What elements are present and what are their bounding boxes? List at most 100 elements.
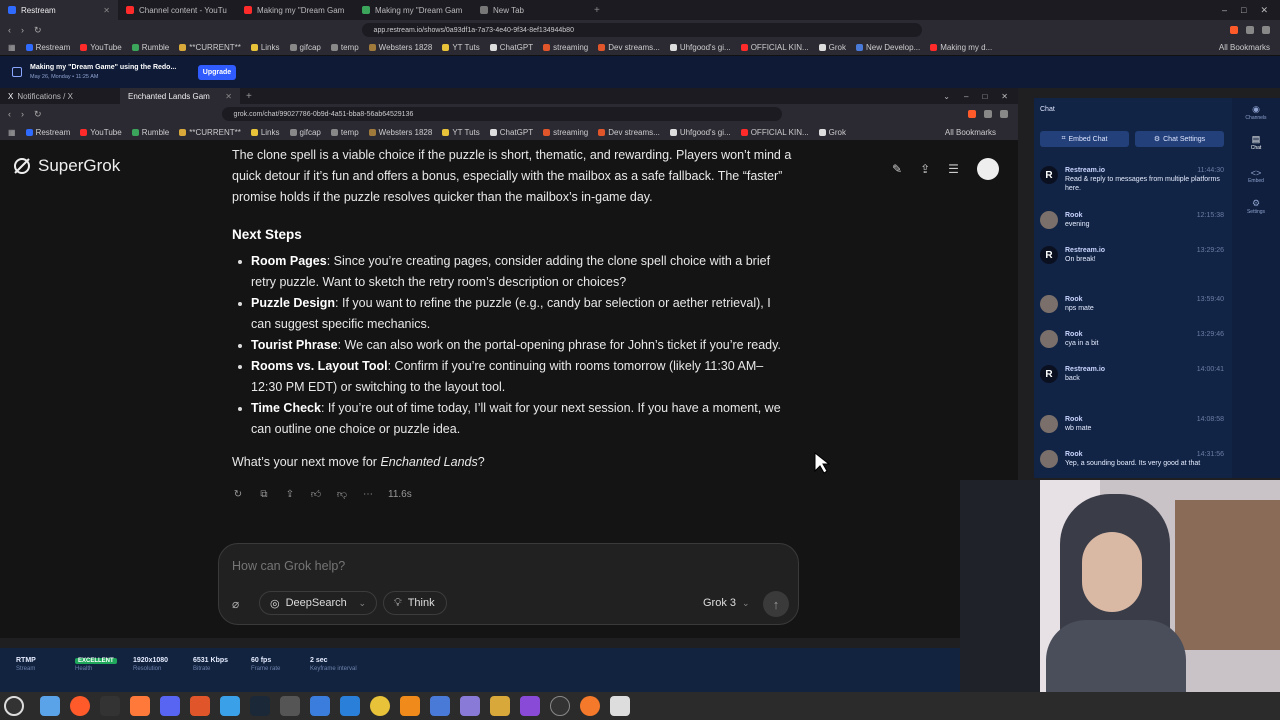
- send-button[interactable]: ↑: [763, 591, 789, 617]
- rail-settings[interactable]: ⚙ Settings: [1240, 198, 1272, 215]
- more-icon[interactable]: ⋯: [362, 488, 374, 500]
- rail-channels[interactable]: ◉ Channels: [1240, 104, 1272, 121]
- brave-shield-icon[interactable]: [1230, 26, 1238, 34]
- bookmark-item[interactable]: streaming: [543, 128, 588, 137]
- media-player-icon[interactable]: [400, 696, 420, 716]
- regenerate-icon[interactable]: ↻: [232, 488, 244, 500]
- thumbs-down-icon[interactable]: 👎︎: [336, 488, 348, 500]
- back-icon[interactable]: ‹: [8, 109, 11, 119]
- brave-shield-icon[interactable]: [968, 110, 976, 118]
- bookmark-item[interactable]: New Develop...: [855, 43, 920, 52]
- close-icon[interactable]: ✕: [225, 92, 232, 101]
- chevron-down-icon[interactable]: ⌄: [943, 92, 950, 101]
- web-icon[interactable]: [370, 696, 390, 716]
- outer-tab-rumble[interactable]: Making my "Dream Gam: [354, 0, 472, 20]
- settings-tool-icon[interactable]: [490, 696, 510, 716]
- bookmark-item[interactable]: Websters 1828: [368, 43, 432, 52]
- extensions-icon[interactable]: [1246, 26, 1254, 34]
- chat-settings-button[interactable]: ⚙ Chat Settings: [1135, 131, 1224, 147]
- restream-home-icon[interactable]: [12, 67, 22, 77]
- blender-icon[interactable]: [580, 696, 600, 716]
- bookmark-item[interactable]: YouTube: [80, 43, 122, 52]
- close-icon[interactable]: ✕: [103, 6, 110, 15]
- attach-icon[interactable]: ⌀: [232, 597, 239, 611]
- bookmark-item[interactable]: **CURRENT**: [179, 43, 241, 52]
- github-icon[interactable]: [520, 696, 540, 716]
- start-menu-icon[interactable]: [4, 696, 24, 716]
- bookmark-item[interactable]: ChatGPT: [489, 43, 533, 52]
- bookmark-item[interactable]: streaming: [543, 43, 588, 52]
- all-bookmarks-folder[interactable]: All Bookmarks: [945, 128, 996, 137]
- model-selector[interactable]: Grok 3 ⌄: [703, 597, 750, 609]
- share-icon[interactable]: ⇪: [920, 162, 930, 176]
- bookmark-item[interactable]: ChatGPT: [489, 128, 533, 137]
- history-icon[interactable]: ☰: [948, 162, 959, 176]
- bookmark-item[interactable]: **CURRENT**: [179, 128, 241, 137]
- reload-icon[interactable]: ↻: [34, 109, 42, 120]
- outer-tab-newtab[interactable]: New Tab: [472, 0, 590, 20]
- inner-address-bar[interactable]: grok.com/chat/99027786-0b9d-4a51-bba8-56…: [221, 107, 782, 121]
- chevron-down-icon[interactable]: ⌄: [358, 598, 366, 609]
- notes-icon[interactable]: [460, 696, 480, 716]
- bookmark-item[interactable]: YT Tuts: [442, 128, 480, 137]
- discord-icon[interactable]: [160, 696, 180, 716]
- steam-icon[interactable]: [250, 696, 270, 716]
- new-tab-button[interactable]: +: [594, 5, 600, 16]
- all-bookmarks-folder[interactable]: All Bookmarks: [1219, 43, 1270, 52]
- supergrok-logo[interactable]: SuperGrok: [12, 156, 120, 176]
- bookmark-item[interactable]: YouTube: [80, 128, 122, 137]
- bookmark-item[interactable]: temp: [330, 128, 359, 137]
- outer-address-bar[interactable]: app.restream.io/shows/0a93df1a-7a73-4e40…: [361, 23, 922, 37]
- back-icon[interactable]: ‹: [8, 25, 11, 35]
- rail-embed[interactable]: <> Embed: [1240, 168, 1272, 184]
- terminal-icon[interactable]: [100, 696, 120, 716]
- mixer-icon[interactable]: [280, 696, 300, 716]
- outer-tab-youtube[interactable]: Channel content - YouTu: [118, 0, 236, 20]
- inner-tab-x-notifications[interactable]: X Notifications / X: [0, 88, 120, 104]
- prompt-input[interactable]: [232, 557, 752, 575]
- bookmark-item[interactable]: Restream: [25, 128, 70, 137]
- calculator-icon[interactable]: [340, 696, 360, 716]
- obs-icon[interactable]: [550, 696, 570, 716]
- bookmark-item[interactable]: Grok: [818, 43, 846, 52]
- bookmark-item[interactable]: gifcap: [289, 128, 321, 137]
- close-window-icon[interactable]: ✕: [1260, 5, 1268, 16]
- inner-tab-grok[interactable]: Enchanted Lands Gam ✕: [120, 88, 240, 104]
- forward-icon[interactable]: ›: [21, 109, 24, 119]
- bookmark-item[interactable]: Uhfgood's gi...: [669, 128, 731, 137]
- show-title[interactable]: Making my "Dream Game" using the Redo...: [30, 64, 176, 71]
- outer-tab-video[interactable]: Making my "Dream Gam: [236, 0, 354, 20]
- close-window-icon[interactable]: ✕: [1001, 92, 1008, 101]
- extensions-icon[interactable]: [984, 110, 992, 118]
- bookmark-item[interactable]: Grok: [818, 128, 846, 137]
- maximize-icon[interactable]: □: [982, 92, 987, 101]
- menu-icon[interactable]: [1262, 26, 1270, 34]
- brave-active-icon[interactable]: [130, 696, 150, 716]
- outer-tab-restream[interactable]: Restream ✕: [0, 0, 118, 20]
- camera-icon[interactable]: [310, 696, 330, 716]
- share-icon[interactable]: ⇪: [284, 488, 296, 500]
- file-manager-icon[interactable]: [40, 696, 60, 716]
- bookmark-item[interactable]: Websters 1828: [368, 128, 432, 137]
- thumbs-up-icon[interactable]: 👍︎: [310, 488, 322, 500]
- embed-chat-button[interactable]: ⌗ Embed Chat: [1040, 131, 1129, 147]
- system-settings-icon[interactable]: [610, 696, 630, 716]
- bookmark-item[interactable]: Making my d...: [930, 43, 992, 52]
- minimize-icon[interactable]: –: [964, 92, 968, 101]
- forward-icon[interactable]: ›: [21, 25, 24, 35]
- new-tab-button[interactable]: +: [246, 91, 252, 102]
- bookmark-item[interactable]: Dev streams...: [598, 43, 660, 52]
- vpn-icon[interactable]: [220, 696, 240, 716]
- bookmark-item[interactable]: Restream: [25, 43, 70, 52]
- brave-browser-icon[interactable]: [70, 696, 90, 716]
- bookmark-item[interactable]: YT Tuts: [442, 43, 480, 52]
- bookmark-item[interactable]: temp: [330, 43, 359, 52]
- edit-icon[interactable]: ✎: [892, 162, 902, 176]
- maximize-icon[interactable]: □: [1241, 5, 1246, 16]
- copy-icon[interactable]: ⧉: [258, 488, 270, 500]
- bookmark-item[interactable]: Links: [250, 128, 280, 137]
- bookmark-item[interactable]: Links: [250, 43, 280, 52]
- apps-grid-icon[interactable]: ▦: [8, 43, 16, 52]
- deepsearch-button[interactable]: ◎ DeepSearch ⌄: [259, 591, 377, 615]
- upgrade-button[interactable]: Upgrade: [198, 65, 236, 80]
